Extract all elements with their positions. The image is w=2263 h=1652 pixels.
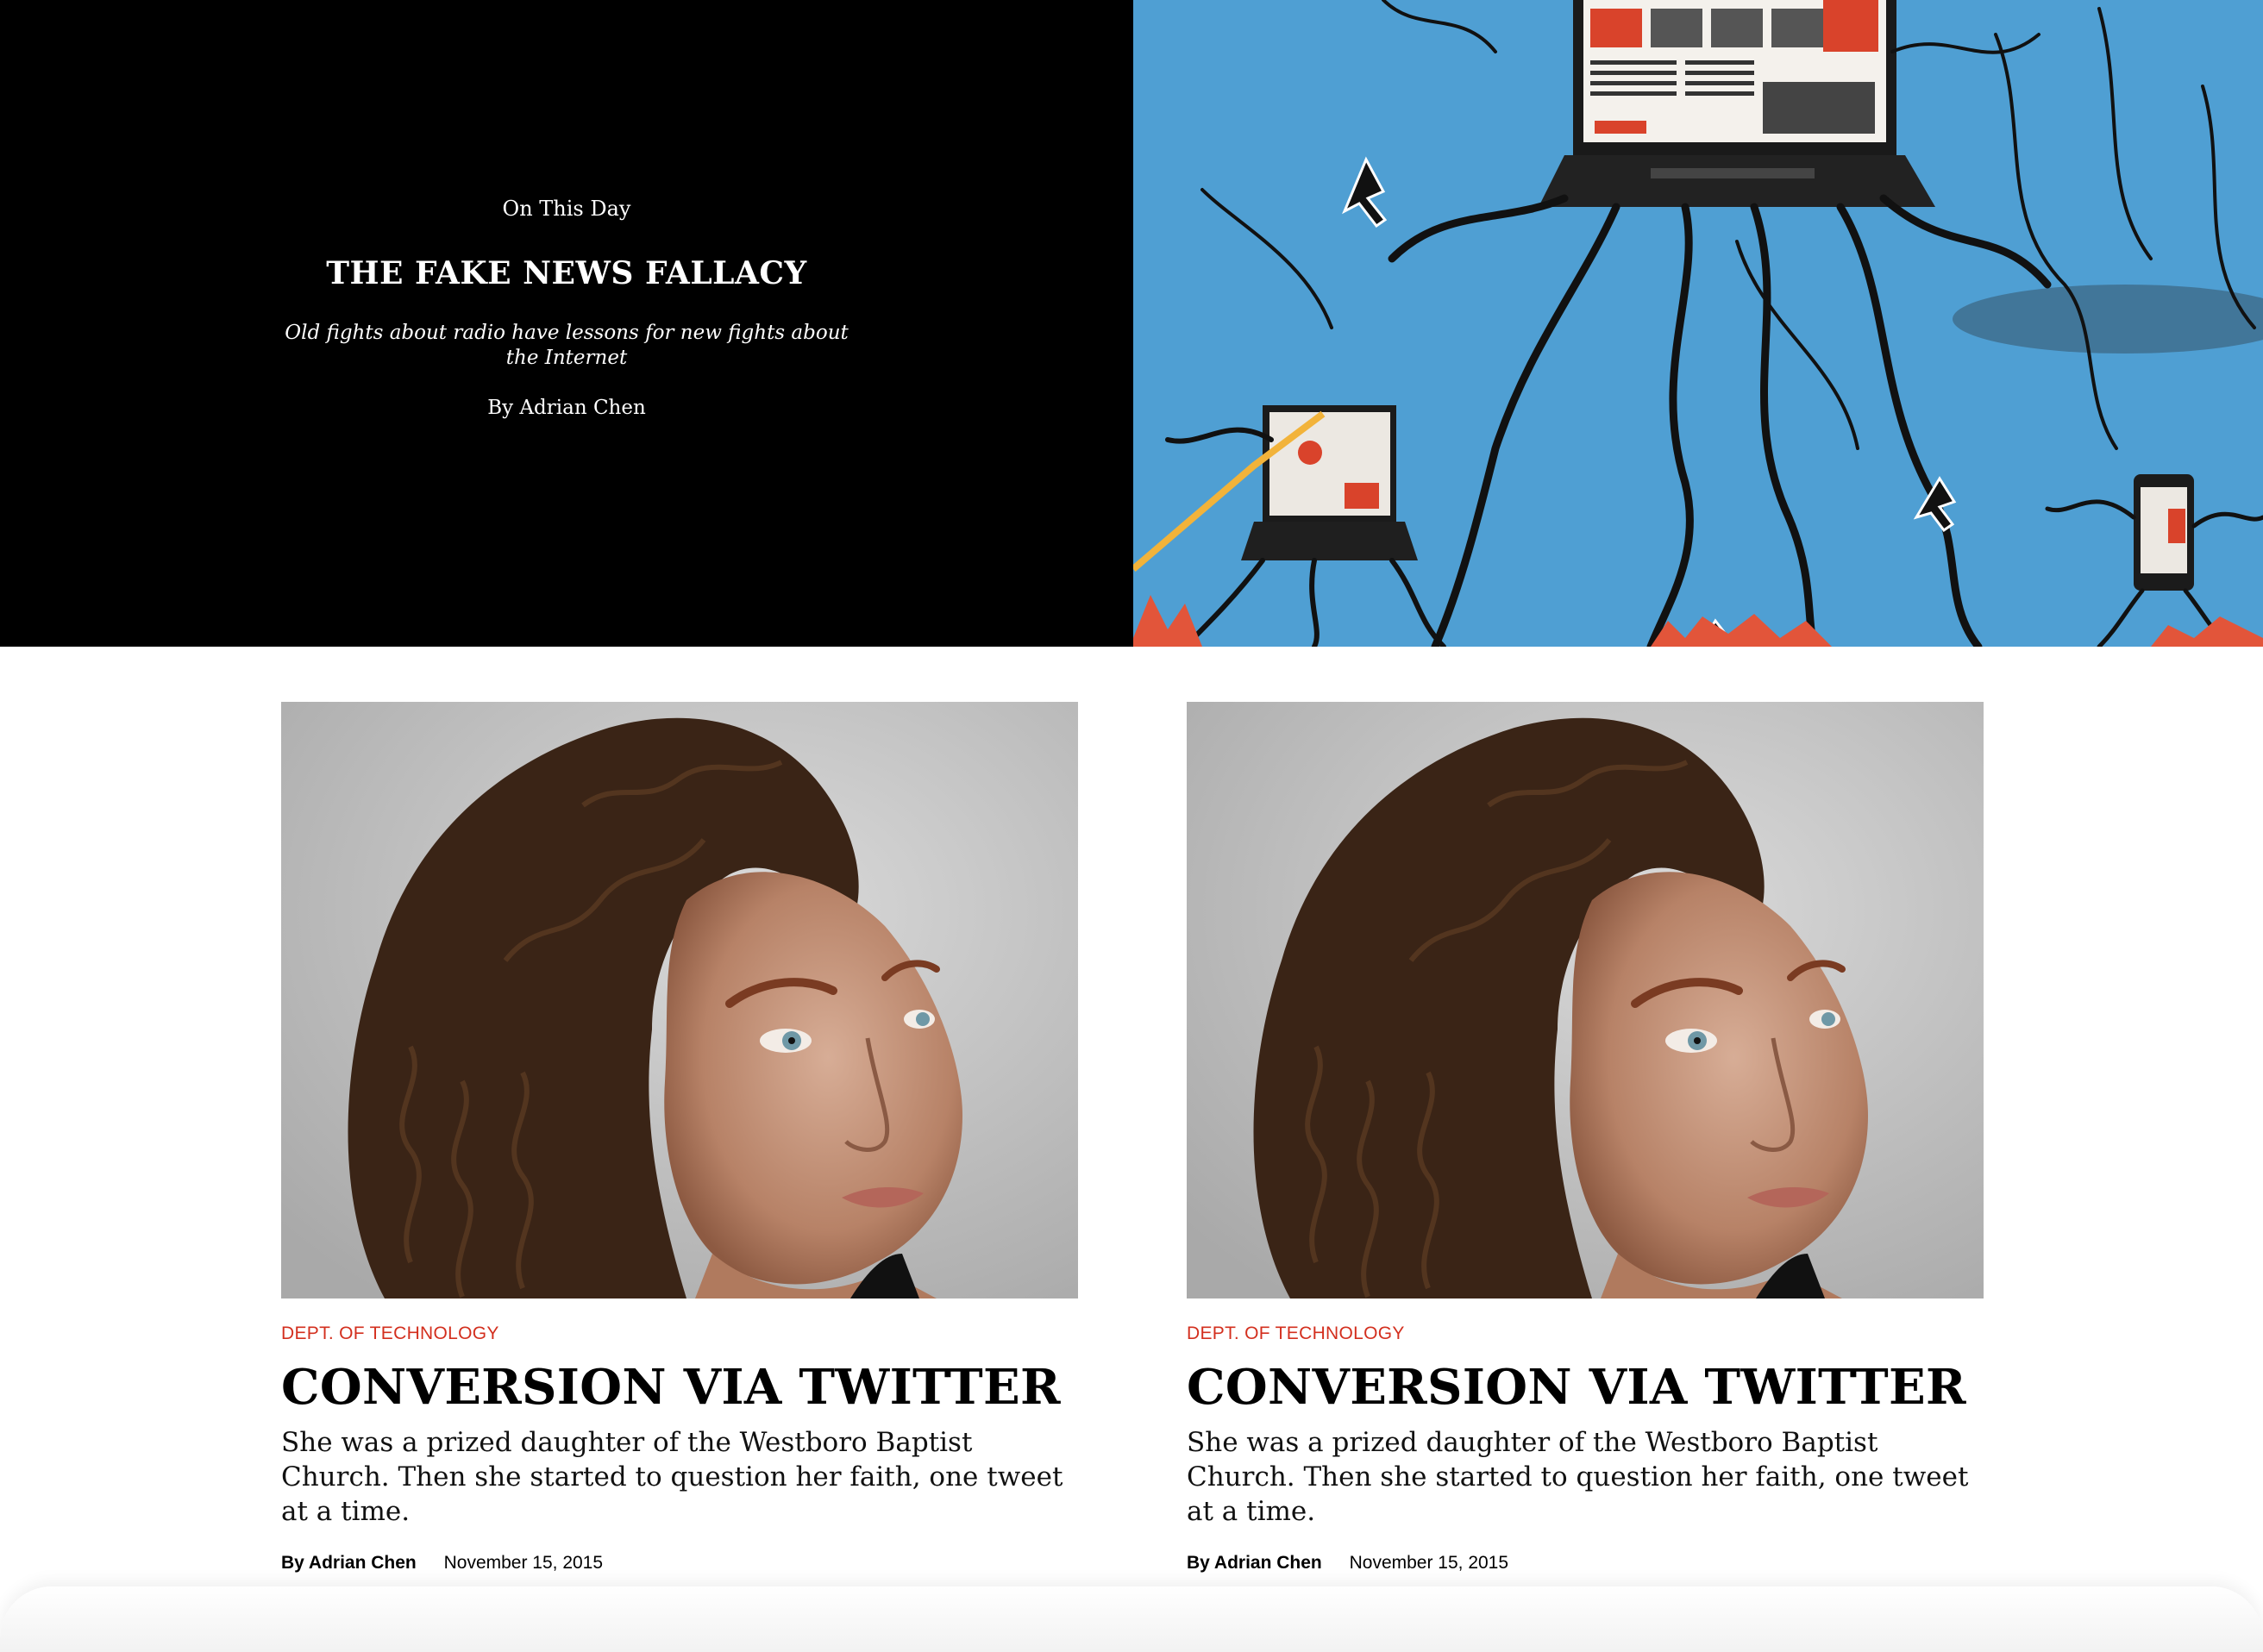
article-author[interactable]: By Adrian Chen (1187, 1553, 1322, 1573)
hero-section: On This Day THE FAKE NEWS FALLACY Old fi… (0, 0, 2263, 647)
article-dek: She was a prized daughter of the Westbor… (281, 1427, 1063, 1527)
article-dek: She was a prized daughter of the Westbor… (1187, 1427, 1969, 1527)
article-meta: By Adrian Chen November 15, 2015 (281, 1553, 1078, 1574)
hero-byline[interactable]: By Adrian Chen (0, 397, 1133, 419)
article-date: November 15, 2015 (1349, 1553, 1509, 1573)
article-rubric[interactable]: DEPT. OF TECHNOLOGY (1187, 1323, 1984, 1344)
article-author[interactable]: By Adrian Chen (281, 1553, 417, 1573)
article-photo[interactable] (281, 702, 1078, 1298)
article-photo[interactable] (1187, 702, 1984, 1298)
hero-text-block: On This Day THE FAKE NEWS FALLACY Old fi… (0, 197, 1133, 419)
bottom-edge-shadow (0, 1586, 2263, 1652)
article-card: DEPT. OF TECHNOLOGY CONVERSION VIA TWITT… (1187, 702, 1984, 1574)
article-headline[interactable]: CONVERSION VIA TWITTER (1187, 1360, 1984, 1415)
hero-title-link[interactable]: THE FAKE NEWS FALLACY (0, 255, 1133, 291)
article-card: DEPT. OF TECHNOLOGY CONVERSION VIA TWITT… (281, 702, 1078, 1574)
article-date: November 15, 2015 (443, 1553, 604, 1573)
hero-illustration[interactable] (1133, 0, 2263, 647)
article-headline[interactable]: CONVERSION VIA TWITTER (281, 1360, 1078, 1415)
hero-text-panel: On This Day THE FAKE NEWS FALLACY Old fi… (0, 0, 1133, 647)
hero-kicker: On This Day (502, 197, 631, 221)
article-rubric[interactable]: DEPT. OF TECHNOLOGY (281, 1323, 1078, 1344)
article-meta: By Adrian Chen November 15, 2015 (1187, 1553, 1984, 1574)
hero-dek: Old fights about radio have lessons for … (285, 322, 849, 369)
